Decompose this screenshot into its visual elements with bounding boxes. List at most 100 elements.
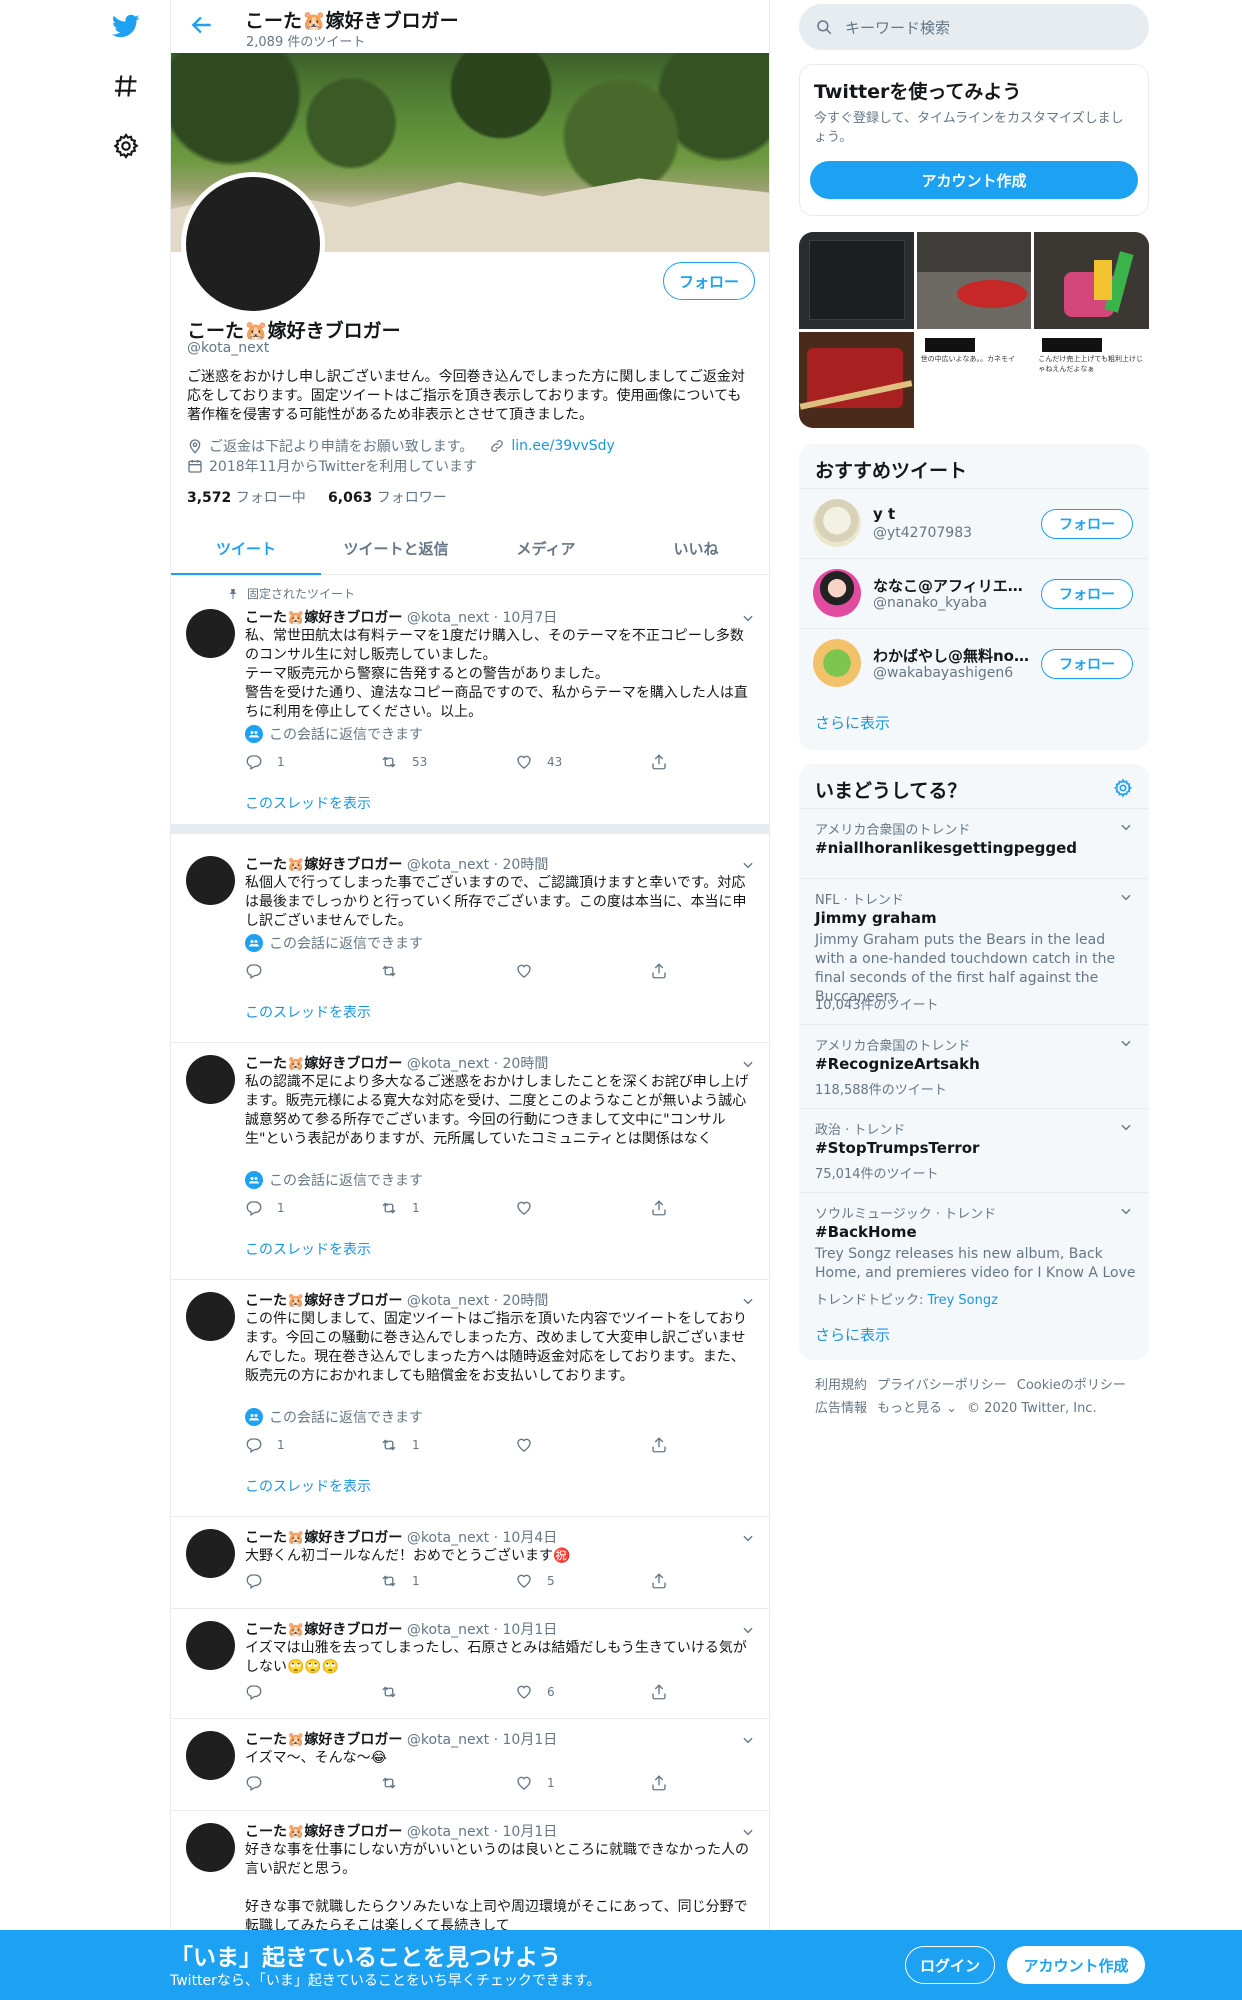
hashtag-icon[interactable] (110, 70, 142, 102)
recommend-follow-button[interactable]: フォロー (1041, 579, 1133, 609)
search-box[interactable]: キーワード検索 (799, 4, 1149, 50)
tweet-avatar[interactable] (186, 1731, 235, 1780)
recommend-user-name[interactable]: わかばやし@無料not… (873, 645, 1033, 666)
tweet-author-handle[interactable]: @kota_next (407, 1293, 489, 1309)
tweet-author-handle[interactable]: @kota_next (407, 1732, 489, 1748)
tweet-time[interactable]: 20時間 (503, 857, 549, 873)
tweet-author-handle[interactable]: @kota_next (407, 857, 489, 873)
profile-avatar[interactable] (181, 172, 325, 316)
tweet-time[interactable]: 20時間 (503, 1056, 549, 1072)
recommend-user-name[interactable]: y t (873, 505, 1033, 523)
like-button[interactable]: 5 (515, 1572, 555, 1590)
tweet-author-name[interactable]: こーた🐹嫁好きブロガー (245, 1056, 402, 1072)
tweet-author-name[interactable]: こーた🐹嫁好きブロガー (245, 1530, 402, 1546)
tweet-avatar[interactable] (186, 1529, 235, 1578)
profile-url-link[interactable]: lin.ee/39vvSdy (511, 438, 615, 454)
create-account-button[interactable]: アカウント作成 (810, 161, 1138, 199)
footer-more-link[interactable]: もっと見る ⌄ (877, 1401, 957, 1416)
share-button[interactable] (650, 1199, 668, 1217)
chevron-down-icon[interactable] (741, 1293, 755, 1307)
recommend-follow-button[interactable]: フォロー (1041, 649, 1133, 679)
like-button[interactable]: 6 (515, 1683, 555, 1701)
footer-terms-link[interactable]: 利用規約 (815, 1378, 867, 1393)
tweet-author-name[interactable]: こーた🐹嫁好きブロガー (245, 1732, 402, 1748)
chevron-down-icon[interactable] (741, 1732, 755, 1746)
followers-stat[interactable]: 6,063 フォロワー (328, 490, 447, 506)
media-tile-5[interactable]: 世の中広いよなあ。。カネモイ (916, 331, 1032, 428)
tweet-author-handle[interactable]: @kota_next (407, 610, 489, 626)
signup-button[interactable]: アカウント作成 (1007, 1946, 1145, 1984)
tweet-author-handle[interactable]: @kota_next (407, 1530, 489, 1546)
chevron-down-icon[interactable] (1119, 1203, 1133, 1217)
retweet-button[interactable]: 1 (380, 1436, 420, 1454)
tweet-time[interactable]: 10月1日 (503, 1732, 558, 1748)
tweet-item[interactable]: こーた🐹嫁好きブロガー @kota_next · 10月4日 大野くん初ゴールなん… (171, 1517, 769, 1609)
recommend-user-name[interactable]: ななこ@アフィリエ… (873, 575, 1033, 596)
tweet-item[interactable]: こーた🐹嫁好きブロガー @kota_next · 20時間 この件に関しまして、固… (171, 1280, 769, 1517)
chevron-down-icon[interactable] (741, 1530, 755, 1544)
user-avatar[interactable] (813, 569, 861, 617)
tab-tweets[interactable]: ツイート (171, 522, 321, 575)
reply-button[interactable]: 1 (245, 1436, 285, 1454)
chevron-down-icon[interactable] (1119, 889, 1133, 903)
show-thread-link[interactable]: このスレッドを表示 (245, 1476, 371, 1496)
user-avatar[interactable] (813, 639, 861, 687)
recommend-user-3[interactable]: わかばやし@無料not… @wakabayashigen6 フォロー (799, 628, 1149, 698)
tweet-item[interactable]: こーた🐹嫁好きブロガー @kota_next · 10月1日 イズマは山雅を去って… (171, 1609, 769, 1719)
media-tile-3[interactable] (1034, 232, 1149, 329)
chevron-down-icon[interactable] (1119, 1035, 1133, 1049)
show-thread-link[interactable]: このスレッドを表示 (245, 1002, 371, 1022)
reply-button[interactable] (245, 1683, 277, 1701)
media-tile-6[interactable]: こんだけ売上上げても粗利上けじゃねえんだよなぁ (1034, 331, 1149, 428)
trend-item[interactable]: NFL · トレンド Jimmy graham Jimmy Graham puts … (799, 878, 1149, 1024)
trends-show-more[interactable]: さらに表示 (815, 1324, 890, 1345)
chevron-down-icon[interactable] (741, 610, 755, 624)
chevron-down-icon[interactable] (1119, 1119, 1133, 1133)
login-button[interactable]: ログイン (905, 1946, 995, 1984)
trend-topic-link[interactable]: Trey Songz (928, 1293, 998, 1308)
chevron-down-icon[interactable] (741, 1056, 755, 1070)
recommend-user-2[interactable]: ななこ@アフィリエ… @nanako_kyaba フォロー (799, 558, 1149, 628)
chevron-down-icon[interactable] (741, 1622, 755, 1636)
like-button[interactable]: 1 (515, 1774, 555, 1792)
tweet-time[interactable]: 10月1日 (503, 1622, 558, 1638)
like-button[interactable] (515, 962, 547, 980)
tweet-author-name[interactable]: こーた🐹嫁好きブロガー (245, 1293, 402, 1309)
like-button[interactable] (515, 1436, 547, 1454)
search-input[interactable]: キーワード検索 (845, 17, 950, 38)
gear-icon[interactable] (110, 130, 142, 162)
chevron-down-icon[interactable] (741, 857, 755, 871)
tweet-item[interactable]: こーた🐹嫁好きブロガー @kota_next · 20時間 私個人で行ってしまった… (171, 844, 769, 1043)
show-thread-link[interactable]: このスレッドを表示 (245, 793, 371, 813)
recommend-show-more[interactable]: さらに表示 (815, 712, 890, 733)
media-tile-4[interactable] (799, 331, 914, 428)
tweet-item[interactable]: こーた🐹嫁好きブロガー @kota_next · 10月1日 イズマ〜、そんな〜😂… (171, 1719, 769, 1811)
share-button[interactable] (650, 1436, 668, 1454)
retweet-button[interactable]: 1 (380, 1199, 420, 1217)
reply-button[interactable] (245, 1774, 277, 1792)
tweet-avatar[interactable] (186, 856, 235, 905)
tab-likes[interactable]: いいね (621, 522, 769, 574)
retweet-button[interactable]: 1 (380, 1572, 420, 1590)
tweet-avatar[interactable] (186, 1055, 235, 1104)
reply-button[interactable]: 1 (245, 753, 285, 771)
like-button[interactable] (515, 1199, 547, 1217)
user-avatar[interactable] (813, 499, 861, 547)
follow-button[interactable]: フォロー (663, 262, 755, 300)
footer-cookie-link[interactable]: Cookieのポリシー (1017, 1378, 1126, 1393)
trend-item[interactable]: アメリカ合衆国のトレンド #niallhoranlikesgettingpegge… (799, 808, 1149, 878)
retweet-button[interactable] (380, 962, 412, 980)
tweet-author-handle[interactable]: @kota_next (407, 1056, 489, 1072)
recommend-follow-button[interactable]: フォロー (1041, 509, 1133, 539)
back-arrow-icon[interactable] (189, 12, 215, 38)
like-button[interactable]: 43 (515, 753, 562, 771)
reply-button[interactable] (245, 962, 277, 980)
tweet-item[interactable]: 固定されたツイート こーた🐹嫁好きブロガー @kota_next · 10月7日私… (171, 577, 769, 834)
tweet-avatar[interactable] (186, 1823, 235, 1872)
media-tile-1[interactable] (799, 232, 914, 329)
share-button[interactable] (650, 1774, 668, 1792)
recommend-user-1[interactable]: y t @yt42707983 フォロー (799, 488, 1149, 558)
tweet-avatar[interactable] (186, 1292, 235, 1341)
tab-tweets-and-replies[interactable]: ツイートと返信 (321, 522, 471, 574)
share-button[interactable] (650, 753, 668, 771)
